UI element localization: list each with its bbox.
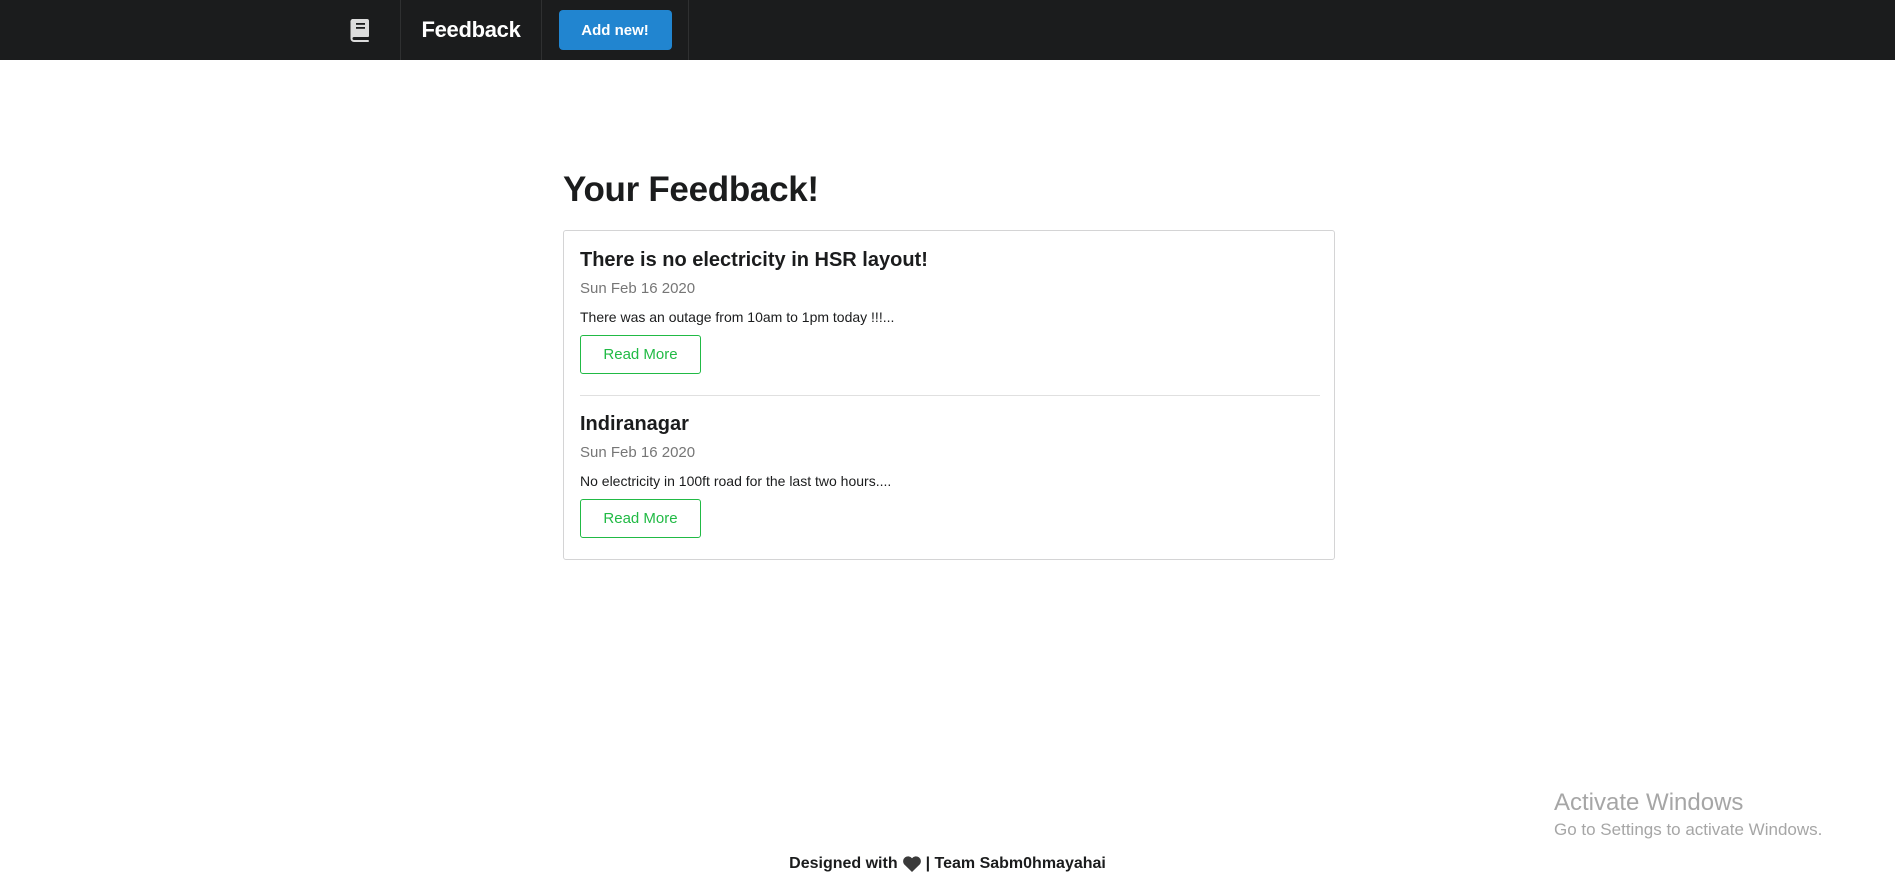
watermark-title: Activate Windows — [1554, 789, 1744, 816]
footer-team: | Team Sabm0hmayahai — [925, 855, 1106, 872]
page: Feedback Add new! Your Feedback! There i… — [0, 0, 1895, 893]
book-icon — [350, 19, 369, 42]
menu-items: Feedback Add new! — [320, 0, 689, 60]
feedback-item: Indiranagar Sun Feb 16 2020 No electrici… — [580, 409, 1320, 538]
brand-menu-item[interactable]: Feedback — [401, 0, 542, 60]
feedback-title: Indiranagar — [580, 413, 689, 435]
feedback-item: There is no electricity in HSR layout! S… — [580, 245, 1320, 374]
logo-menu-item[interactable] — [320, 0, 401, 60]
add-new-button[interactable]: Add new! — [558, 10, 672, 50]
brand-title: Feedback — [421, 17, 521, 42]
page-title: Your Feedback! — [563, 170, 819, 209]
footer-designed-with: Designed with — [789, 855, 898, 872]
feedback-date: Sun Feb 16 2020 — [580, 280, 696, 297]
feedback-title: There is no electricity in HSR layout! — [580, 249, 928, 271]
watermark-subtitle: Go to Settings to activate Windows. — [1554, 820, 1823, 839]
heart-icon — [902, 856, 921, 872]
read-more-button[interactable]: Read More — [580, 499, 701, 538]
footer: Designed with | Team Sabm0hmayahai — [0, 855, 1895, 873]
add-new-menu-item: Add new! — [542, 0, 689, 60]
read-more-button[interactable]: Read More — [580, 335, 701, 374]
item-divider — [580, 395, 1320, 396]
feedback-list: There is no electricity in HSR layout! S… — [563, 230, 1335, 560]
activate-windows-watermark: Activate Windows Go to Settings to activ… — [1554, 788, 1822, 842]
feedback-description: There was an outage from 10am to 1pm tod… — [580, 309, 895, 325]
feedback-date: Sun Feb 16 2020 — [580, 444, 696, 461]
top-menu-bar: Feedback Add new! — [0, 0, 1895, 60]
feedback-description: No electricity in 100ft road for the las… — [580, 473, 892, 489]
